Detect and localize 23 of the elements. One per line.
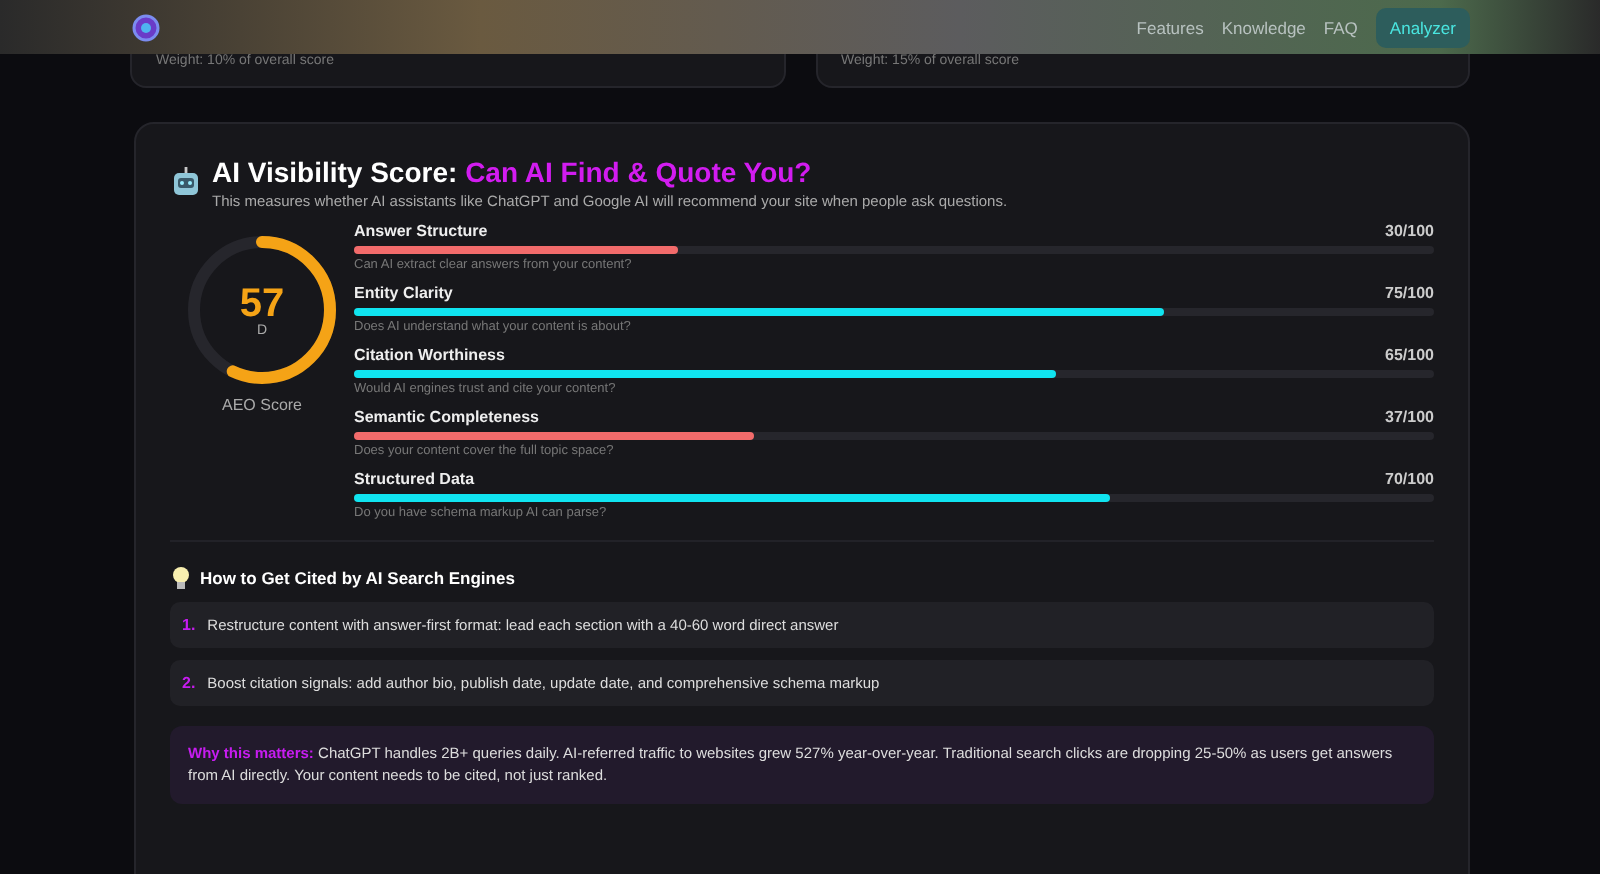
tips-title: How to Get Cited by AI Search Engines: [200, 568, 515, 588]
analyzer-button[interactable]: Analyzer: [1375, 7, 1470, 47]
lightbulb-icon: [172, 566, 190, 590]
metric-name: Entity Clarity: [354, 284, 453, 302]
tip-number: 1.: [182, 616, 196, 634]
tip-number: 2.: [182, 674, 196, 692]
metric-score: 37/100: [1385, 408, 1434, 426]
metric-name: Citation Worthiness: [354, 346, 505, 364]
metric-name: Answer Structure: [354, 222, 488, 240]
nav-link[interactable]: Features: [1136, 17, 1204, 37]
section-title: AI Visibility Score: Can AI Find & Quote You?: [212, 156, 814, 188]
metric-name: Structured Data: [354, 470, 475, 488]
score-value: 57: [239, 283, 285, 323]
metric-score: 65/100: [1385, 346, 1434, 364]
metric-score: 75/100: [1385, 284, 1434, 302]
score-label: AEO Score: [221, 396, 302, 414]
metric-score: 30/100: [1385, 222, 1434, 240]
nav-link[interactable]: FAQ: [1323, 17, 1358, 37]
nav-link[interactable]: Knowledge: [1221, 17, 1306, 37]
logo-icon[interactable]: [132, 13, 160, 41]
metric-name: Semantic Completeness: [354, 408, 539, 426]
robot-icon: [170, 166, 202, 198]
metric-score: 70/100: [1385, 470, 1434, 488]
